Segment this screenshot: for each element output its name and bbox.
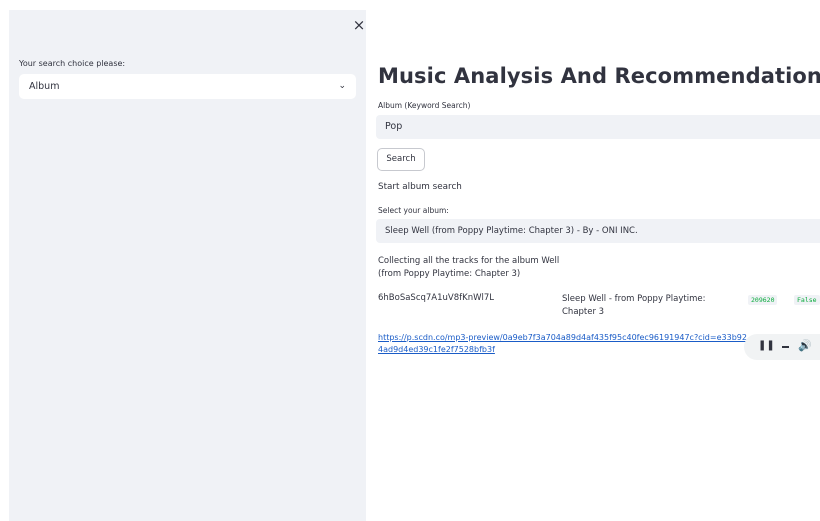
track-name: Sleep Well - from Poppy Playtime: Chapte… — [562, 294, 706, 317]
chevron-down-icon: ⌄ — [338, 81, 346, 91]
progress-bar[interactable] — [782, 346, 789, 348]
search-choice-value: Album — [29, 81, 60, 92]
search-button[interactable]: Search — [377, 148, 425, 171]
main-content: Music Analysis And Recommendation Album … — [366, 0, 820, 521]
preview-url-link[interactable]: https://p.scdn.co/mp3-preview/0a9eb7f3a7… — [378, 332, 748, 356]
track-duration: 209620 — [748, 295, 778, 305]
album-select-value: Sleep Well (from Poppy Playtime: Chapter… — [385, 226, 638, 236]
track-explicit: False — [794, 295, 820, 305]
audio-player[interactable]: ❚❚ 🔊 — [744, 334, 820, 360]
volume-icon[interactable]: 🔊 — [798, 339, 812, 352]
collecting-text: Collecting all the tracks for the album … — [378, 256, 560, 279]
album-input-label: Album (Keyword Search) — [378, 101, 471, 110]
album-select[interactable]: Sleep Well (from Poppy Playtime: Chapter… — [376, 219, 820, 243]
search-choice-label: Your search choice please: — [19, 59, 126, 68]
sidebar: × Your search choice please: Album ⌄ — [9, 10, 366, 521]
search-choice-select[interactable]: Album ⌄ — [19, 74, 356, 99]
page-title: Music Analysis And Recommendation — [378, 64, 820, 88]
close-icon[interactable]: × — [352, 18, 366, 33]
start-search-text: Start album search — [378, 182, 462, 192]
album-search-input[interactable]: Pop — [376, 115, 820, 139]
pause-icon[interactable]: ❚❚ — [758, 340, 775, 351]
select-album-label: Select your album: — [378, 206, 449, 215]
track-id: 6hBoSaScq7A1uV8fKnWl7L — [378, 293, 494, 303]
